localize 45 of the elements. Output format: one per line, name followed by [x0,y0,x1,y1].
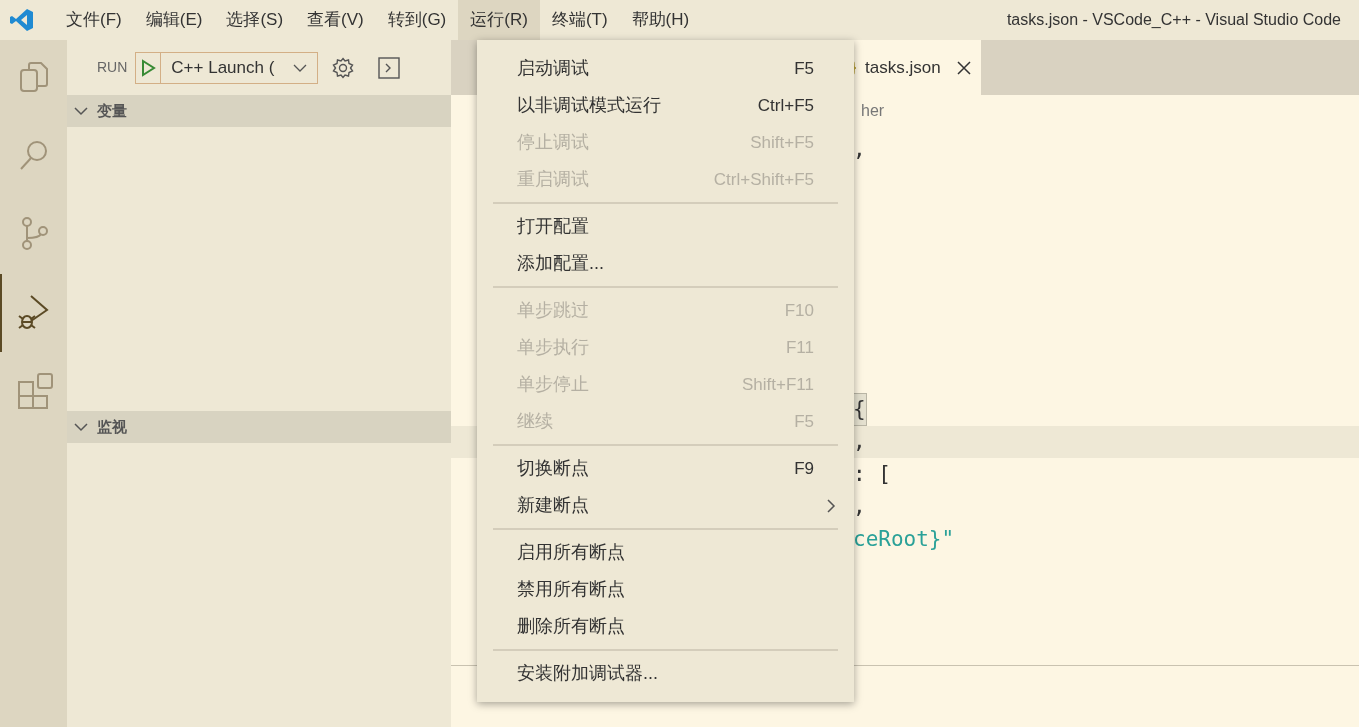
shortcut-text: Ctrl+F5 [757,94,814,117]
menu-bar-item[interactable]: 文件(F) [54,0,134,40]
code-text: ceRoot}" [853,525,955,553]
menu-item[interactable]: 禁用所有断点 [477,571,854,608]
menu-item[interactable]: 删除所有断点 [477,608,854,645]
shortcut-text: F5 [794,410,814,433]
code-text: , [853,428,866,455]
menu-item[interactable]: 添加配置... [477,245,854,282]
breadcrumb[interactable]: her [861,99,885,123]
chevron-icon [73,106,89,116]
app-logo-icon [10,8,34,32]
chevron-icon [73,422,89,432]
shortcut-text: F10 [784,299,814,322]
configuration-dropdown[interactable]: C++ Launch ( [135,51,319,84]
section-header[interactable]: 变量 [67,95,451,127]
configuration-name[interactable]: C++ Launch ( [161,54,294,81]
menu-bar-item[interactable]: 终端(T) [539,0,620,40]
menu-item[interactable]: 打开配置 [477,208,854,245]
section-header[interactable]: 监视 [67,411,451,443]
run-label: RUN [97,58,128,77]
shortcut-text: Shift+F11 [742,373,814,396]
menu-bar-item[interactable]: 选择(S) [214,0,296,40]
menu-bar-item[interactable]: 帮助(H) [619,0,702,40]
shortcut-text: F9 [794,457,814,480]
menu-item[interactable]: 新建断点 [477,487,854,524]
shortcut-text: F11 [785,336,814,359]
window-title: tasks.json - VSCode_C++ - Visual Studio Code [1006,10,1341,30]
play-icon[interactable] [140,58,157,77]
terminal-icon[interactable] [378,56,401,79]
shortcut-text: Ctrl+Shift+F5 [713,168,814,191]
menu-bar-item[interactable]: 查看(V) [295,0,376,40]
menu-bar-item[interactable]: 编辑(E) [133,0,215,40]
shortcut-text: Shift+F5 [750,131,814,154]
menu-item[interactable]: 切换断点 F9 [477,450,854,487]
code-text: : [ [853,460,891,488]
code-text: , [853,493,866,520]
menu-item[interactable]: 安装附加调试器... [477,655,854,692]
menu-bar-item[interactable]: 转到(G) [375,0,459,40]
code-text: , [853,135,866,163]
settings-icon[interactable] [332,56,355,79]
chevron-down-icon[interactable] [293,63,308,72]
menu-bar-item[interactable]: 运行(R) [458,0,540,40]
shortcut-text: F5 [794,57,814,80]
close-icon[interactable] [956,60,971,75]
menu-item[interactable]: 启用所有断点 [477,534,854,571]
